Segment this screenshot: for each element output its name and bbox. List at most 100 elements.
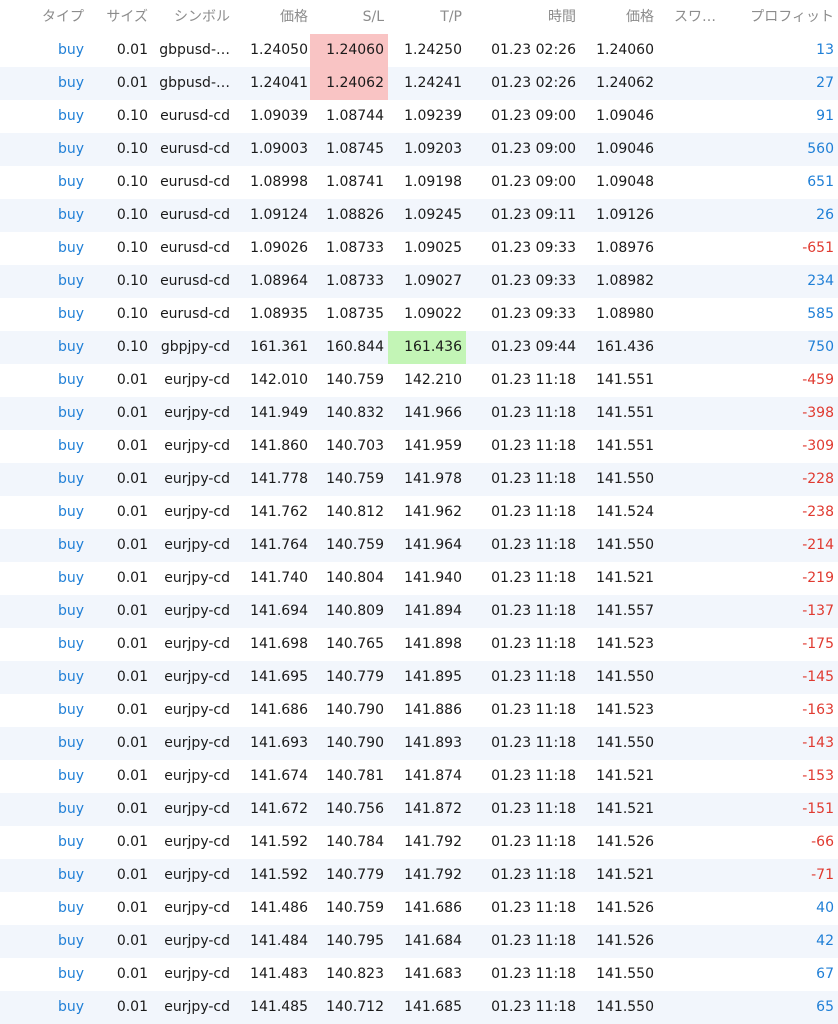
cell-sl: 140.759 bbox=[326, 471, 384, 487]
table-row[interactable]: buy 0.01 eurjpy-cd 141.778 140.759 141.978 01.… bbox=[0, 463, 838, 496]
cell-tp: 141.886 bbox=[404, 702, 462, 718]
cell-sl: 140.790 bbox=[326, 735, 384, 751]
table-row[interactable]: buy 0.01 eurjpy-cd 141.949 140.832 141.966 01.… bbox=[0, 397, 838, 430]
cell-tp: 141.874 bbox=[404, 768, 462, 784]
cell-sl: 140.765 bbox=[326, 636, 384, 652]
table-row[interactable]: buy 0.01 eurjpy-cd 141.693 140.790 141.893 01.… bbox=[0, 727, 838, 760]
table-row[interactable]: buy 0.01 eurjpy-cd 141.698 140.765 141.898 01.… bbox=[0, 628, 838, 661]
cell-size: 0.01 bbox=[116, 438, 148, 454]
header-profit[interactable]: プロフィット bbox=[720, 0, 834, 34]
header-tp[interactable]: T/P bbox=[388, 0, 466, 34]
cell-profit: -309 bbox=[802, 438, 834, 454]
cell-type: buy bbox=[57, 306, 84, 322]
header-type[interactable]: タイプ bbox=[0, 0, 84, 34]
table-row[interactable]: buy 0.01 gbpusd-… 1.24050 1.24060 1.24250 01.2… bbox=[0, 34, 838, 67]
table-row[interactable]: buy 0.01 eurjpy-cd 141.860 140.703 141.959 01.… bbox=[0, 430, 838, 463]
cell-tp: 1.09025 bbox=[404, 240, 462, 256]
table-row[interactable]: buy 0.10 eurusd-cd 1.09039 1.08744 1.09239 01.… bbox=[0, 100, 838, 133]
table-row[interactable]: buy 0.01 eurjpy-cd 141.484 140.795 141.684 01.… bbox=[0, 925, 838, 958]
cell-current-price: 141.551 bbox=[596, 372, 654, 388]
cell-symbol: eurjpy-cd bbox=[164, 867, 230, 883]
cell-sl: 140.759 bbox=[326, 537, 384, 553]
table-row[interactable]: buy 0.01 eurjpy-cd 141.485 140.712 141.685 01.… bbox=[0, 991, 838, 1024]
table-row[interactable]: buy 0.01 eurjpy-cd 141.674 140.781 141.874 01.… bbox=[0, 760, 838, 793]
table-body: buy 0.01 gbpusd-… 1.24050 1.24060 1.24250 01.2… bbox=[0, 34, 838, 1024]
cell-symbol: eurjpy-cd bbox=[164, 669, 230, 685]
table-row[interactable]: buy 0.01 eurjpy-cd 141.672 140.756 141.872 01.… bbox=[0, 793, 838, 826]
cell-time: 01.23 09:44 bbox=[491, 339, 576, 355]
cell-symbol: eurjpy-cd bbox=[164, 471, 230, 487]
cell-time: 01.23 11:18 bbox=[491, 801, 576, 817]
cell-tp: 141.686 bbox=[404, 900, 462, 916]
header-sl[interactable]: S/L bbox=[310, 0, 388, 34]
cell-size: 0.01 bbox=[116, 702, 148, 718]
cell-size: 0.01 bbox=[116, 900, 148, 916]
cell-swap bbox=[658, 661, 718, 694]
table-row[interactable]: buy 0.01 eurjpy-cd 141.486 140.759 141.686 01.… bbox=[0, 892, 838, 925]
header-symbol[interactable]: シンボル bbox=[152, 0, 230, 34]
cell-type: buy bbox=[57, 438, 84, 454]
table-row[interactable]: buy 0.01 eurjpy-cd 141.592 140.779 141.792 01.… bbox=[0, 859, 838, 892]
table-row[interactable]: buy 0.10 eurusd-cd 1.08964 1.08733 1.09027 01.… bbox=[0, 265, 838, 298]
cell-size: 0.01 bbox=[116, 603, 148, 619]
cell-time: 01.23 11:18 bbox=[491, 471, 576, 487]
cell-symbol: gbpjpy-cd bbox=[160, 339, 230, 355]
table-row[interactable]: buy 0.01 eurjpy-cd 141.686 140.790 141.886 01.… bbox=[0, 694, 838, 727]
table-row[interactable]: buy 0.01 eurjpy-cd 141.695 140.779 141.895 01.… bbox=[0, 661, 838, 694]
table-row[interactable]: buy 0.01 eurjpy-cd 141.740 140.804 141.940 01.… bbox=[0, 562, 838, 595]
cell-size: 0.01 bbox=[116, 42, 148, 58]
cell-symbol: eurjpy-cd bbox=[164, 504, 230, 520]
cell-tp: 1.24241 bbox=[404, 75, 462, 91]
cell-tp: 141.964 bbox=[404, 537, 462, 553]
cell-size: 0.10 bbox=[116, 273, 148, 289]
header-current-price[interactable]: 価格 bbox=[578, 0, 654, 34]
table-row[interactable]: buy 0.01 eurjpy-cd 141.483 140.823 141.683 01.… bbox=[0, 958, 838, 991]
table-row[interactable]: buy 0.10 eurusd-cd 1.08998 1.08741 1.09198 01.… bbox=[0, 166, 838, 199]
cell-time: 01.23 09:00 bbox=[491, 141, 576, 157]
cell-symbol: eurusd-cd bbox=[160, 306, 230, 322]
cell-price: 161.361 bbox=[250, 339, 308, 355]
cell-price: 141.860 bbox=[250, 438, 308, 454]
cell-current-price: 141.551 bbox=[596, 405, 654, 421]
table-row[interactable]: buy 0.01 gbpusd-… 1.24041 1.24062 1.24241 01.2… bbox=[0, 67, 838, 100]
cell-profit: 585 bbox=[807, 306, 834, 322]
cell-current-price: 141.521 bbox=[596, 867, 654, 883]
cell-tp: 141.894 bbox=[404, 603, 462, 619]
cell-swap bbox=[658, 892, 718, 925]
table-row[interactable]: buy 0.10 eurusd-cd 1.08935 1.08735 1.09022 01.… bbox=[0, 298, 838, 331]
table-row[interactable]: buy 0.10 eurusd-cd 1.09124 1.08826 1.09245 01.… bbox=[0, 199, 838, 232]
cell-profit: -71 bbox=[811, 867, 834, 883]
table-row[interactable]: buy 0.01 eurjpy-cd 141.694 140.809 141.894 01.… bbox=[0, 595, 838, 628]
cell-type: buy bbox=[57, 504, 84, 520]
header-time[interactable]: 時間 bbox=[468, 0, 576, 34]
table-row[interactable]: buy 0.10 gbpjpy-cd 161.361 160.844 161.436 01.… bbox=[0, 331, 838, 364]
cell-swap bbox=[658, 397, 718, 430]
table-row[interactable]: buy 0.10 eurusd-cd 1.09003 1.08745 1.09203 01.… bbox=[0, 133, 838, 166]
cell-price: 142.010 bbox=[250, 372, 308, 388]
table-row[interactable]: buy 0.01 eurjpy-cd 141.762 140.812 141.962 01.… bbox=[0, 496, 838, 529]
cell-sl: 140.812 bbox=[326, 504, 384, 520]
cell-current-price: 141.526 bbox=[596, 834, 654, 850]
cell-sl: 140.779 bbox=[326, 867, 384, 883]
cell-symbol: eurjpy-cd bbox=[164, 834, 230, 850]
header-size[interactable]: サイズ bbox=[84, 0, 148, 34]
header-price[interactable]: 価格 bbox=[232, 0, 308, 34]
table-row[interactable]: buy 0.01 eurjpy-cd 142.010 140.759 142.210 01.… bbox=[0, 364, 838, 397]
cell-price: 141.486 bbox=[250, 900, 308, 916]
table-row[interactable]: buy 0.10 eurusd-cd 1.09026 1.08733 1.09025 01.… bbox=[0, 232, 838, 265]
header-swap[interactable]: スワ… bbox=[658, 0, 720, 34]
cell-tp: 141.792 bbox=[404, 867, 462, 883]
cell-swap bbox=[658, 727, 718, 760]
cell-profit: 560 bbox=[807, 141, 834, 157]
cell-size: 0.10 bbox=[116, 141, 148, 157]
table-row[interactable]: buy 0.01 eurjpy-cd 141.764 140.759 141.964 01.… bbox=[0, 529, 838, 562]
cell-time: 01.23 09:33 bbox=[491, 273, 576, 289]
table-row[interactable]: buy 0.01 eurjpy-cd 141.592 140.784 141.792 01.… bbox=[0, 826, 838, 859]
cell-swap bbox=[658, 67, 718, 100]
cell-tp: 141.893 bbox=[404, 735, 462, 751]
cell-time: 01.23 11:18 bbox=[491, 438, 576, 454]
cell-time: 01.23 09:33 bbox=[491, 240, 576, 256]
cell-price: 141.672 bbox=[250, 801, 308, 817]
cell-price: 141.695 bbox=[250, 669, 308, 685]
cell-current-price: 141.557 bbox=[596, 603, 654, 619]
